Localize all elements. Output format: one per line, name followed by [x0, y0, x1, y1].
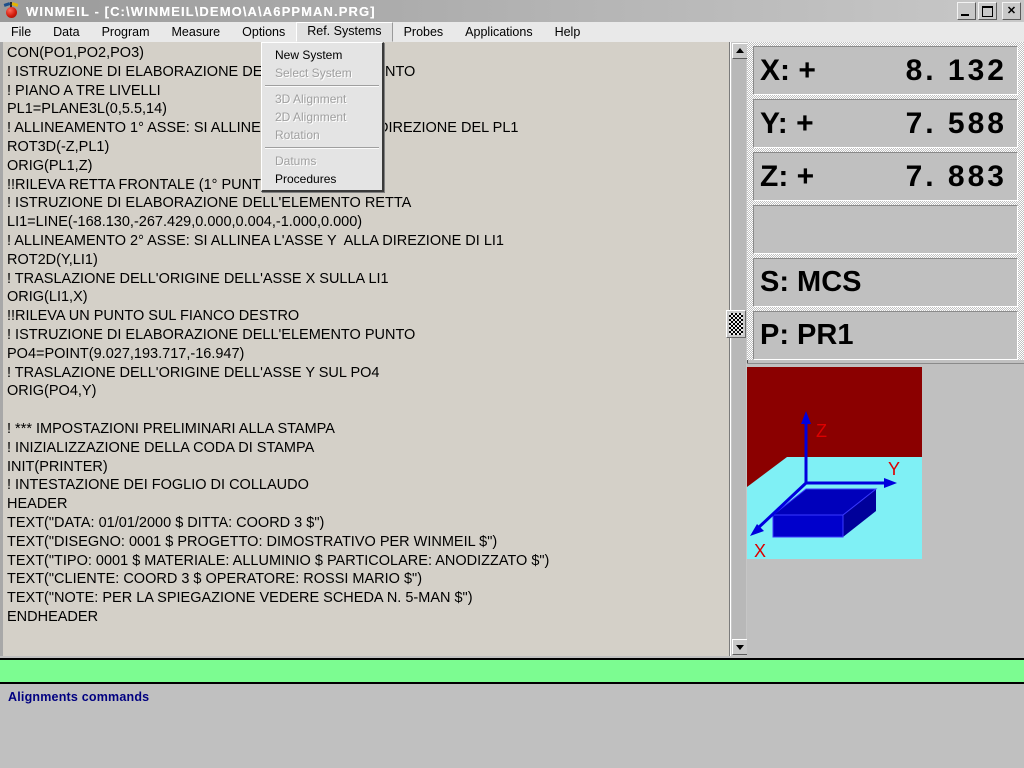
editor-line: TEXT("DATA: 01/01/2000 $ DITTA: COORD 3 … [7, 514, 325, 531]
editor-line: ORIG(PO4,Y) [7, 383, 97, 400]
close-icon: ✕ [1006, 4, 1017, 17]
editor-line: ORIG(LI1,X) [7, 289, 88, 306]
panel-splitter-grip[interactable] [726, 310, 746, 338]
menu-data[interactable]: Data [42, 23, 90, 42]
menu-item-procedures[interactable]: Procedures [262, 170, 382, 188]
menu-program[interactable]: Program [91, 23, 161, 42]
menu-item-3d-alignment[interactable]: 3D Alignment [262, 90, 382, 108]
dro-label-probe: P: PR1 [760, 319, 854, 351]
part-3d-view[interactable]: Z Y X [747, 363, 1024, 657]
ref-systems-dropdown-menu[interactable]: New System Select System 3D Alignment 2D… [261, 42, 384, 192]
minimize-button[interactable] [957, 2, 976, 20]
title-bar: WINMEIL - [C:\WINMEIL\DEMO\A\A6PPMAN.PRG… [0, 0, 1024, 23]
scroll-down-button[interactable] [732, 639, 748, 655]
editor-line: TEXT("NOTE: PER LA SPIEGAZIONE VEDERE SC… [7, 590, 473, 607]
editor-line: ! INIZIALIZZAZIONE DELLA CODA DI STAMPA [7, 439, 315, 456]
editor-line: ! INTESTAZIONE DEI FOGLIO DI COLLAUDO [7, 477, 309, 494]
menu-ref-systems[interactable]: Ref. Systems [296, 22, 393, 42]
editor-line: ! ISTRUZIONE DI ELABORAZIONE DELL'ELEMEN… [7, 195, 412, 212]
scroll-up-button[interactable] [732, 43, 748, 59]
menu-probes[interactable]: Probes [393, 23, 455, 42]
status-message: Alignments commands [8, 690, 150, 704]
editor-line: TEXT("CLIENTE: COORD 3 $ OPERATORE: ROSS… [7, 571, 423, 588]
close-button[interactable]: ✕ [1002, 2, 1021, 20]
editor-line: TEXT("TIPO: 0001 $ MATERIALE: ALLUMINIO … [7, 552, 550, 569]
editor-line: !!RILEVA UN PUNTO SUL FIANCO DESTRO [7, 308, 300, 325]
editor-line: ! *** IMPOSTAZIONI PRELIMINARI ALLA STAM… [7, 420, 335, 437]
menu-item-rotation[interactable]: Rotation [262, 126, 382, 144]
editor-vertical-scrollbar[interactable] [730, 42, 748, 656]
axis-y-label: Y [888, 459, 900, 479]
chevron-up-icon [736, 48, 744, 53]
dro-value-x: 8. 132 [905, 53, 1007, 87]
3d-scene-svg: Z Y X [747, 367, 922, 559]
dro-label-x: X: + [760, 53, 816, 87]
editor-line: ! ALLINEAMENTO 2° ASSE: SI ALLINEA L'ASS… [7, 232, 504, 249]
menu-separator-2 [265, 147, 379, 149]
menu-help[interactable]: Help [544, 23, 592, 42]
dro-value-y: 7. 588 [905, 106, 1007, 140]
editor-line: TEXT("DISEGNO: 0001 $ PROGETTO: DIMOSTRA… [7, 533, 498, 550]
dro-row-system: S: MCS [753, 258, 1018, 307]
editor-line: HEADER [7, 496, 68, 513]
dro-label-z: Z: + [760, 159, 815, 193]
menu-options[interactable]: Options [231, 23, 296, 42]
scrollbar-track[interactable] [732, 58, 746, 640]
dro-value-z: 7. 883 [905, 159, 1007, 193]
dro-label-y: Y: + [760, 106, 814, 140]
editor-line: ! TRASLAZIONE DELL'ORIGINE DELL'ASSE X S… [7, 270, 389, 287]
status-area: Alignments commands [0, 684, 1024, 768]
part-front-face [773, 515, 843, 537]
3d-graphic-canvas: Z Y X [747, 367, 922, 559]
menu-file[interactable]: File [0, 23, 42, 42]
dro-row-z: Z: + 7. 883 [753, 152, 1018, 201]
dro-label-system: S: MCS [760, 266, 862, 298]
window-title: WINMEIL - [C:\WINMEIL\DEMO\A\A6PPMAN.PRG… [26, 3, 376, 19]
menu-separator-1 [265, 85, 379, 87]
apple-icon [3, 2, 21, 20]
menu-item-datums[interactable]: Datums [262, 152, 382, 170]
editor-line: INIT(PRINTER) [7, 458, 108, 475]
dro-row-probe: P: PR1 [753, 311, 1018, 360]
editor-line: ! TRASLAZIONE DELL'ORIGINE DELL'ASSE Y S… [7, 364, 380, 381]
menu-item-select-system[interactable]: Select System [262, 64, 382, 82]
menu-applications[interactable]: Applications [454, 23, 543, 42]
grip-texture [729, 313, 743, 335]
menu-item-new-system[interactable]: New System [262, 46, 382, 64]
dro-row-blank [753, 205, 1018, 254]
dro-row-y: Y: + 7. 588 [753, 99, 1018, 148]
menu-bar: File Data Program Measure Options Ref. S… [0, 22, 1024, 44]
maximize-button[interactable] [978, 2, 997, 20]
dro-row-x: X: + 8. 132 [753, 46, 1018, 95]
coordinate-readout-panel: X: + 8. 132 Y: + 7. 588 Z: + 7. 883 S: M… [747, 42, 1024, 360]
editor-line: ROT2D(Y,LI1) [7, 251, 98, 268]
editor-line: PO4=POINT(9.027,193.717,-16.947) [7, 345, 245, 362]
application-window: WINMEIL - [C:\WINMEIL\DEMO\A\A6PPMAN.PRG… [0, 0, 1024, 768]
axis-z-label: Z [816, 421, 827, 441]
editor-line: ENDHEADER [7, 608, 99, 625]
editor-line: ! ISTRUZIONE DI ELABORAZIONE DELL'ELEMEN… [7, 326, 416, 343]
window-controls: ✕ [957, 2, 1021, 20]
command-entry-bar[interactable] [0, 658, 1024, 684]
menu-measure[interactable]: Measure [161, 23, 232, 42]
menu-item-2d-alignment[interactable]: 2D Alignment [262, 108, 382, 126]
chevron-down-icon [736, 645, 744, 650]
editor-line: LI1=LINE(-168.130,-267.429,0.000,0.004,-… [7, 214, 363, 231]
axis-x-label: X [754, 541, 766, 559]
editor-gutter [0, 42, 3, 656]
